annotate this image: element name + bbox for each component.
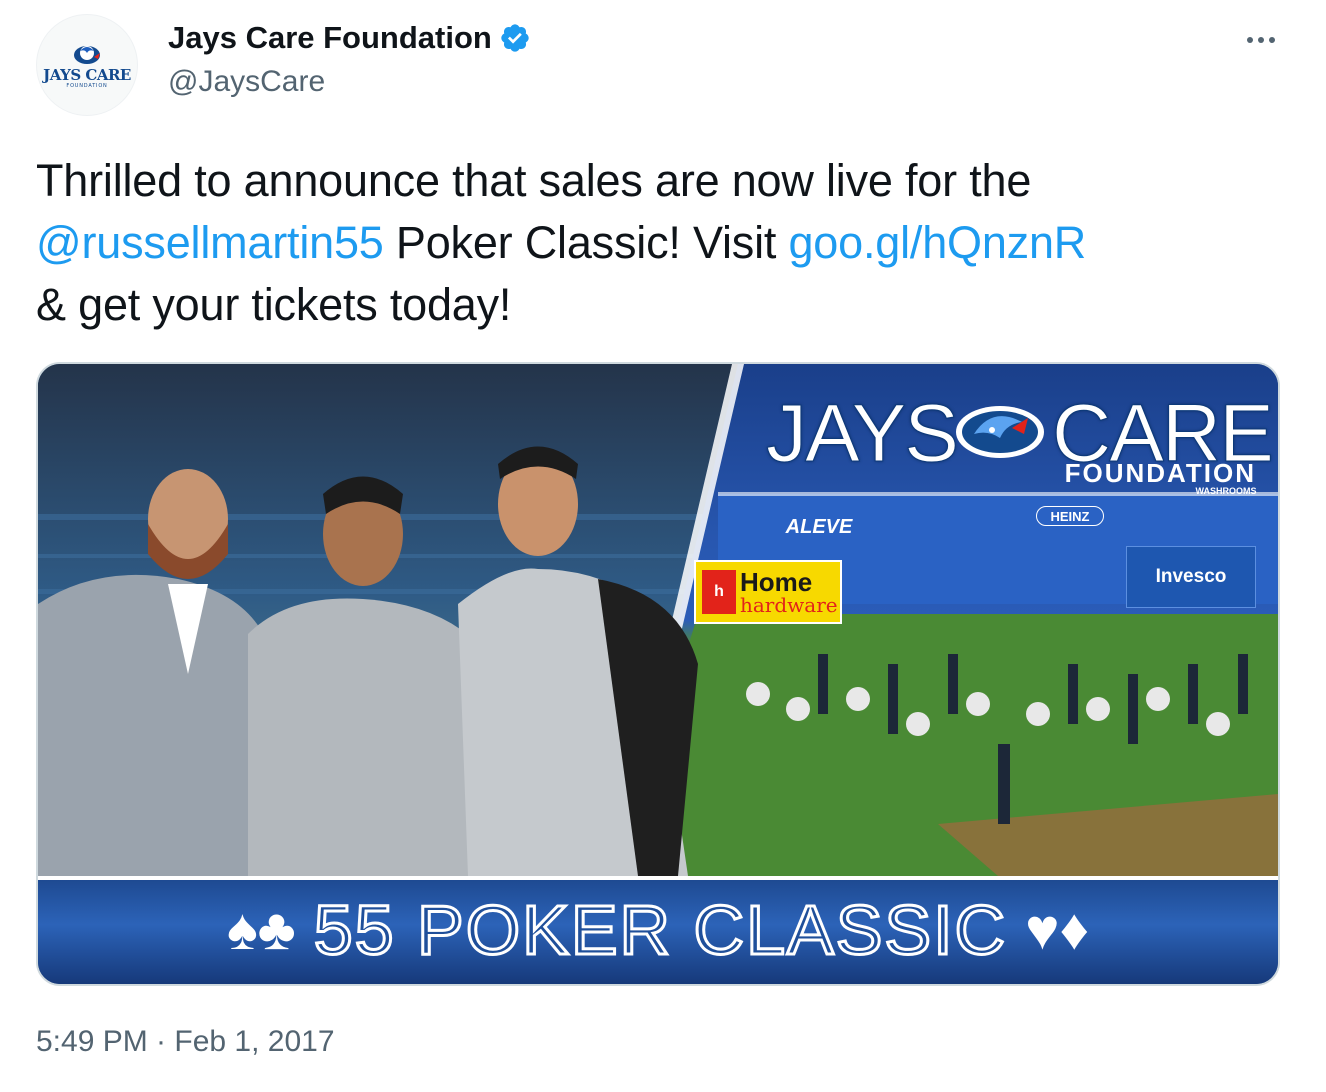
more-options-dot bbox=[1258, 37, 1264, 43]
blue-jay-logo-icon bbox=[956, 406, 1044, 458]
tweet-text-part2: Poker Classic! Visit bbox=[383, 217, 789, 268]
more-options-button[interactable] bbox=[1236, 20, 1286, 60]
poker-classic-banner: ♠♣ 55 POKER CLASSIC ♥♦ bbox=[38, 876, 1278, 984]
jays-care-photo-logo: JAYS CARE FOUNDATION bbox=[766, 388, 1275, 489]
home-hardware-words: Home hardware bbox=[740, 569, 838, 615]
blue-jay-logo-icon bbox=[74, 45, 100, 64]
avatar-logo-subtext: FOUNDATION bbox=[66, 82, 108, 89]
banner-title: 55 POKER CLASSIC bbox=[312, 890, 1008, 971]
tweet-image[interactable]: JAYS CARE FOUNDATION ALEVE HEINZ WASHROO… bbox=[36, 362, 1280, 986]
tweet-body: Thrilled to announce that sales are now … bbox=[36, 150, 1286, 336]
sign-home-hardware: h Home hardware bbox=[694, 560, 842, 624]
sign-invesco: Invesco bbox=[1126, 546, 1256, 608]
tweet-text-part3: & get your tickets today! bbox=[36, 279, 512, 330]
suits-right-icon: ♥♦ bbox=[1025, 897, 1090, 962]
mention-link[interactable]: @russellmartin55 bbox=[36, 217, 384, 268]
author-avatar[interactable]: JAYS CARE FOUNDATION bbox=[36, 14, 138, 116]
sign-aleve: ALEVE bbox=[785, 515, 853, 538]
avatar-logo-text: JAYS CARE bbox=[43, 65, 131, 84]
tweet-text-part1: Thrilled to announce that sales are now … bbox=[36, 155, 1032, 206]
sign-heinz: HEINZ bbox=[1036, 506, 1104, 526]
tweet-timestamp[interactable]: 5:49 PM · Feb 1, 2017 bbox=[36, 1022, 335, 1062]
more-options-icon bbox=[1247, 37, 1253, 43]
tweet-card: JAYS CARE FOUNDATION Jays Care Foundatio… bbox=[0, 0, 1326, 1092]
home-hardware-logo-icon: h bbox=[702, 570, 736, 614]
more-options-dot bbox=[1269, 37, 1275, 43]
suits-left-icon: ♠♣ bbox=[226, 897, 296, 962]
author-name-row: Jays Care Foundation bbox=[168, 18, 531, 58]
home-hardware-line1: Home bbox=[740, 567, 813, 597]
sign-washrooms: WASHROOMS bbox=[1195, 486, 1257, 496]
photo-logo-left-word: JAYS bbox=[766, 388, 960, 480]
verified-badge-icon[interactable] bbox=[499, 22, 531, 54]
url-link[interactable]: goo.gl/hQnznR bbox=[788, 217, 1086, 268]
author-handle[interactable]: @JaysCare bbox=[168, 62, 325, 102]
author-display-name[interactable]: Jays Care Foundation bbox=[168, 18, 492, 58]
home-hardware-line2: hardware bbox=[740, 593, 838, 617]
